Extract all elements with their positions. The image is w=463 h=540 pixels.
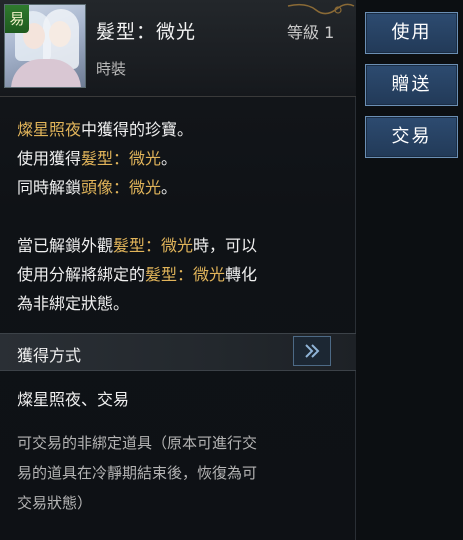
note-line: 可交易的非綁定道具（原本可進行交 [17,434,258,452]
corner-ornament-icon [287,3,355,15]
item-description: 燦星照夜中獲得的珍寶。 使用獲得髮型：微光。 同時解鎖頭像：微光。 當已解鎖外觀… [17,115,347,318]
acquisition-expand-button[interactable] [293,336,331,366]
item-title: 髮型：微光 [96,21,197,43]
item-tooltip-panel: 易 髮型：微光 時裝 等級 1 燦星照夜中獲得的珍寶。 使用獲得髮型：微光。 同… [0,0,356,540]
trade-button[interactable]: 交易 [365,116,458,158]
desc-line: 同時解鎖頭像：微光。 [17,173,347,202]
desc-text: 使用分解將綁定的 [17,265,146,284]
desc-highlight: 頭像：微光 [81,178,162,197]
note-line: 易的道具在冷靜期結束後，恢復為可 [17,464,258,482]
desc-text: 轉化 [225,265,258,284]
acquisition-label: 獲得方式 [17,346,82,365]
desc-highlight: 髮型：微光 [113,236,194,255]
desc-highlight: 髮型：微光 [81,149,162,168]
desc-highlight: 燦星照夜 [17,120,82,139]
desc-line: 燦星照夜中獲得的珍寶。 [17,115,347,144]
double-chevron-right-icon [305,344,320,358]
trade-note: 可交易的非綁定道具（原本可進行交 易的道具在冷靜期結束後，恢復為可 交易狀態） [17,428,347,518]
desc-line: 為非綁定狀態。 [17,289,347,318]
desc-text: 同時解鎖 [17,178,82,197]
desc-line: 使用分解將綁定的髮型：微光轉化 [17,260,347,289]
desc-line: 使用獲得髮型：微光。 [17,144,347,173]
gift-button[interactable]: 贈送 [365,64,458,106]
item-header: 易 髮型：微光 時裝 等級 1 [0,0,356,97]
item-avatar: 易 [4,4,86,88]
desc-text: 當已解鎖外觀 [17,236,114,255]
acquisition-header: 獲得方式 [0,333,356,371]
item-subtype: 時裝 [96,60,127,78]
desc-highlight: 髮型：微光 [145,265,226,284]
desc-text: 時，可以 [193,236,258,255]
acquisition-sources: 燦星照夜、交易 [17,390,130,409]
tradable-badge: 易 [5,5,29,33]
desc-text: 。 [161,178,178,197]
desc-text: 為非綁定狀態。 [17,294,130,313]
note-line: 交易狀態） [17,494,93,512]
face-right [49,21,71,47]
desc-text: 使用獲得 [17,149,82,168]
desc-text: 中獲得的珍寶。 [81,120,194,139]
use-button[interactable]: 使用 [365,12,458,54]
desc-line: 當已解鎖外觀髮型：微光時，可以 [17,231,347,260]
desc-text: 。 [161,149,178,168]
